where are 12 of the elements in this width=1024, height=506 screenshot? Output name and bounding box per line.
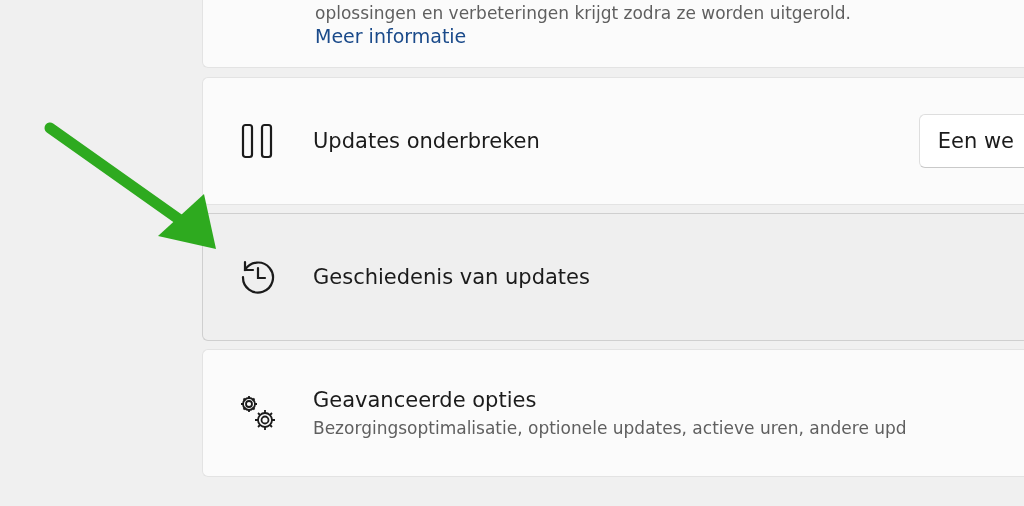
setting-description: oplossingen en verbeteringen krijgt zodra ze worden uitgerold. [315,3,852,23]
settings-card[interactable]: Updates onderbreken Een we [202,77,1024,205]
gears-icon [238,393,278,433]
history-icon [239,258,277,296]
settings-card[interactable]: Geschiedenis van updates [202,213,1024,341]
setting-title: Geavanceerde opties [313,388,538,412]
pause-duration-dropdown[interactable]: Een we [918,114,1024,168]
settings-card[interactable]: Geavanceerde opties Bezorgingsoptimalisatie, optionele updates, actieve uren, andere upd [202,349,1024,477]
setting-description: Bezorgingsoptimalisatie, optionele updates, actieve uren, andere upd [313,418,908,438]
setting-title: Updates onderbreken [313,129,541,153]
setting-title: Geschiedenis van updates [313,265,591,289]
more-info-link[interactable]: Meer informatie [315,25,467,47]
